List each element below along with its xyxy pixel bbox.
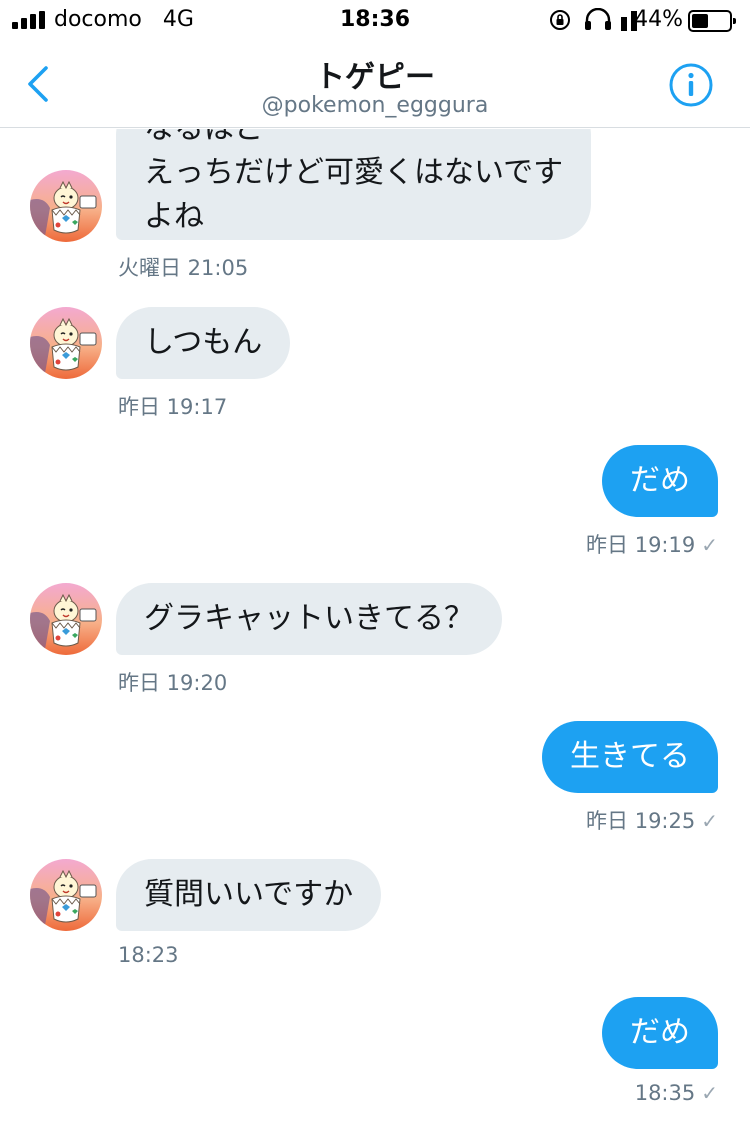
avatar[interactable] [30, 583, 102, 655]
message-timestamp: 昨日 19:20 [118, 671, 228, 695]
avatar[interactable] [30, 859, 102, 931]
message-bubble[interactable]: 生きてる [542, 721, 718, 793]
message-timestamp: 18:23 [118, 943, 179, 967]
sent-check-icon: ✓ [701, 1081, 718, 1105]
message-line: えっちだけど可愛くはないです [144, 155, 564, 190]
message-line: よね [144, 199, 204, 234]
message-timestamp: 昨日 19:17 [118, 395, 228, 419]
message-bubble[interactable]: 質問いいですか [116, 859, 382, 931]
message-timestamp: 昨日 19:25 ✓ [586, 809, 718, 833]
message-bubble[interactable]: なるほど えっちだけど可愛くはないです よね [116, 129, 592, 240]
avatar[interactable] [30, 307, 102, 379]
sent-check-icon: ✓ [701, 809, 718, 833]
battery-percent: 44% [634, 7, 683, 32]
battery-icon [688, 10, 736, 32]
message-timestamp: 火曜日 21:05 [118, 256, 249, 280]
orientation-lock-icon [550, 10, 570, 30]
avatar[interactable] [30, 170, 102, 242]
status-bar: docomo 4G 18:36 44% [0, 0, 750, 40]
conversation-handle: @pokemon_egggura [261, 93, 489, 118]
message-line: なるほど [144, 129, 563, 151]
headphones-icon [585, 8, 611, 30]
message-bubble[interactable]: だめ [602, 997, 718, 1069]
message-list[interactable]: なるほど えっちだけど可愛くはないです よね 火曜日 21:05 しつもん 昨日… [0, 129, 750, 1121]
conversation-header: トゲピー @pokemon_egggura [0, 40, 750, 128]
message-bubble[interactable]: だめ [602, 445, 718, 517]
message-timestamp: 昨日 19:19 ✓ [586, 533, 718, 557]
message-timestamp: 18:35 ✓ [634, 1081, 718, 1105]
sent-check-icon: ✓ [701, 533, 718, 557]
message-bubble[interactable]: グラキャットいきてる？ [116, 583, 502, 655]
conversation-title: トゲピー [315, 60, 435, 95]
info-button[interactable] [668, 62, 714, 108]
message-bubble[interactable]: しつもん [116, 307, 291, 379]
